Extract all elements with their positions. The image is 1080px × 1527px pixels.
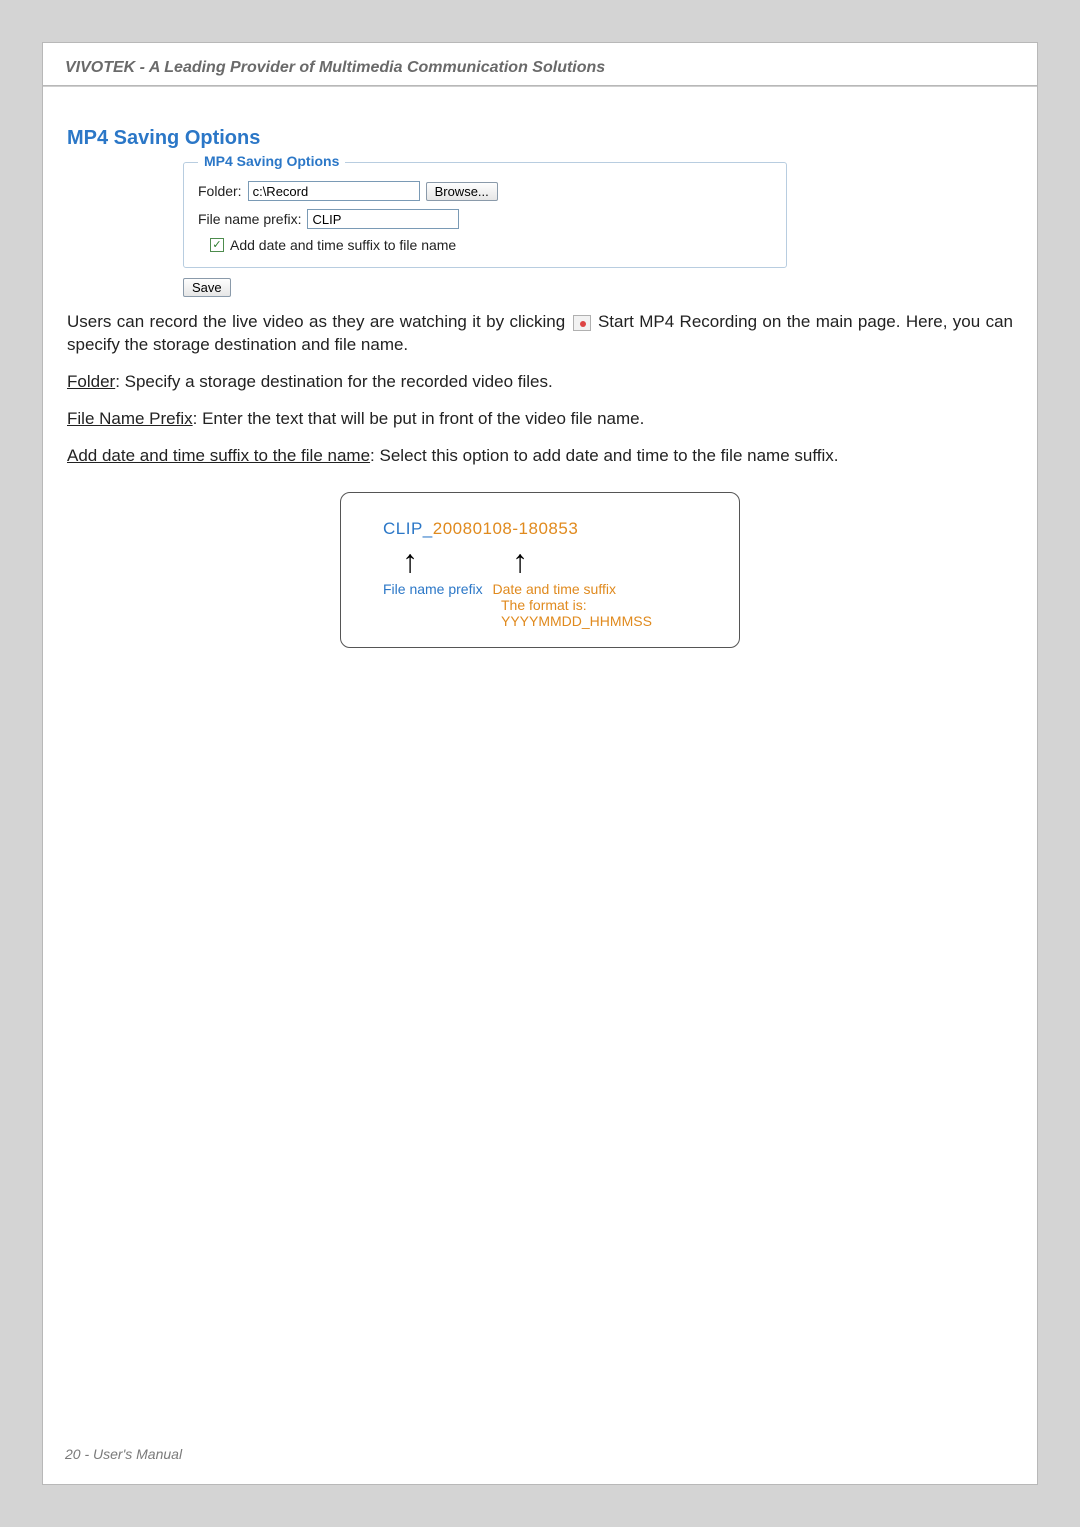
- suffix-checkbox-label: Add date and time suffix to file name: [230, 237, 456, 253]
- prefix-label: File name prefix:: [198, 211, 301, 227]
- intro-text-before: Users can record the live video as they …: [67, 312, 571, 331]
- example-filename: CLIP_20080108-180853: [383, 519, 719, 539]
- arrow-up-icon: ↑: [511, 545, 529, 577]
- page-header: VIVOTEK - A Leading Provider of Multimed…: [43, 43, 1037, 86]
- diagram-labels: File name prefix Date and time suffix Th…: [383, 581, 719, 629]
- record-icon: [573, 315, 591, 331]
- page-content: MP4 Saving Options MP4 Saving Options Fo…: [43, 87, 1037, 648]
- suffix-checkbox[interactable]: ✓: [210, 238, 224, 252]
- folder-label: Folder:: [198, 183, 242, 199]
- folder-paragraph: Folder: Specify a storage destination fo…: [67, 371, 1013, 394]
- suffix-paragraph: Add date and time suffix to the file nam…: [67, 445, 1013, 468]
- folder-input[interactable]: [248, 181, 420, 201]
- save-button[interactable]: Save: [183, 278, 231, 297]
- page-footer: 20 - User's Manual: [65, 1446, 182, 1462]
- example-prefix: CLIP_: [383, 519, 433, 538]
- example-suffix: 20080108-180853: [433, 519, 579, 538]
- diagram-label-suffix: Date and time suffix: [492, 581, 615, 597]
- intro-paragraph: Users can record the live video as they …: [67, 311, 1013, 357]
- browse-button[interactable]: Browse...: [426, 182, 498, 201]
- fieldset-legend: MP4 Saving Options: [198, 153, 345, 169]
- prefix-row: File name prefix:: [198, 209, 772, 229]
- diagram-arrows: ↑ ↑: [383, 545, 719, 577]
- filename-diagram: CLIP_20080108-180853 ↑ ↑ File name prefi…: [340, 492, 740, 648]
- options-fieldset: MP4 Saving Options Folder: Browse... Fil…: [183, 162, 787, 268]
- prefix-input[interactable]: [307, 209, 459, 229]
- prefix-desc: : Enter the text that will be put in fro…: [193, 409, 645, 428]
- diagram-label-prefix: File name prefix: [383, 581, 483, 597]
- diagram-format: The format is: YYYYMMDD_HHMMSS: [501, 597, 719, 629]
- prefix-term: File Name Prefix: [67, 409, 193, 428]
- header-title: VIVOTEK - A Leading Provider of Multimed…: [65, 59, 1015, 77]
- section-title: MP4 Saving Options: [67, 127, 1013, 150]
- suffix-checkbox-row: ✓ Add date and time suffix to file name: [210, 237, 772, 253]
- folder-term: Folder: [67, 372, 115, 391]
- save-button-wrap: Save: [183, 278, 1013, 297]
- suffix-desc: : Select this option to add date and tim…: [370, 446, 838, 465]
- manual-page: VIVOTEK - A Leading Provider of Multimed…: [42, 42, 1038, 1485]
- options-fieldset-wrap: MP4 Saving Options Folder: Browse... Fil…: [183, 162, 787, 268]
- folder-desc: : Specify a storage destination for the …: [115, 372, 553, 391]
- prefix-paragraph: File Name Prefix: Enter the text that wi…: [67, 408, 1013, 431]
- folder-row: Folder: Browse...: [198, 181, 772, 201]
- arrow-up-icon: ↑: [401, 545, 419, 577]
- suffix-term: Add date and time suffix to the file nam…: [67, 446, 370, 465]
